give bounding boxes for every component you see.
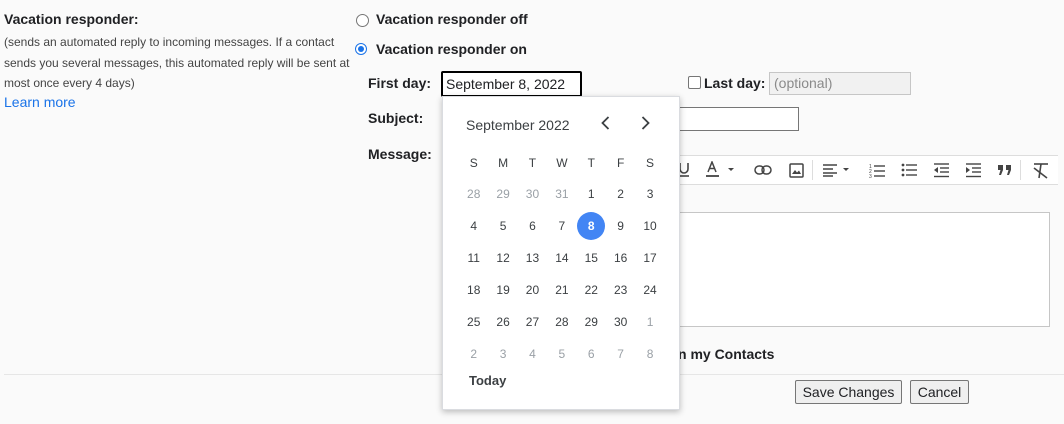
- calendar-day[interactable]: 28: [547, 306, 576, 338]
- calendar-day[interactable]: 8: [577, 210, 606, 242]
- image-icon[interactable]: [786, 156, 806, 184]
- calendar-day[interactable]: 7: [547, 210, 576, 242]
- calendar-day-other-month[interactable]: 1: [635, 306, 664, 338]
- calendar-day-other-month[interactable]: 7: [606, 338, 635, 370]
- calendar-day-other-month[interactable]: 31: [547, 178, 576, 210]
- calendar-day[interactable]: 4: [459, 210, 488, 242]
- calendar-day[interactable]: 23: [606, 274, 635, 306]
- calendar-day[interactable]: 13: [518, 242, 547, 274]
- calendar-month-label: September 2022: [466, 117, 570, 133]
- calendar-day[interactable]: 6: [518, 210, 547, 242]
- calendar-week-row: 4 5 6 7 8 9 10: [459, 210, 665, 242]
- weekday-header: F: [616, 156, 625, 170]
- calendar-day[interactable]: 12: [488, 242, 517, 274]
- formatting-toolbar: 123: [676, 155, 1058, 185]
- indent-less-icon[interactable]: [930, 156, 952, 184]
- calendar-day[interactable]: 2: [606, 178, 635, 210]
- calendar-day[interactable]: 22: [577, 274, 606, 306]
- calendar-day[interactable]: 5: [488, 210, 517, 242]
- selected-day-marker: 8: [577, 212, 606, 240]
- today-button[interactable]: Today: [469, 373, 506, 388]
- vacation-responder-title: Vacation responder:: [4, 11, 139, 27]
- align-icon[interactable]: [820, 156, 858, 184]
- calendar-day[interactable]: 27: [518, 306, 547, 338]
- weekday-header: T: [528, 156, 537, 170]
- calendar-day-other-month[interactable]: 30: [518, 178, 547, 210]
- calendar-week-row: 11 12 13 14 15 16 17: [459, 242, 665, 274]
- calendar-day[interactable]: 19: [488, 274, 517, 306]
- last-day-label: Last day:: [704, 75, 766, 91]
- next-month-button[interactable]: [635, 115, 655, 135]
- weekday-header: M: [498, 156, 509, 170]
- svg-text:3: 3: [869, 174, 872, 178]
- subject-label: Subject:: [368, 110, 424, 126]
- calendar-day-other-month[interactable]: 2: [459, 338, 488, 370]
- message-body[interactable]: [676, 212, 1050, 327]
- calendar-day[interactable]: 29: [577, 306, 606, 338]
- calendar-day[interactable]: 20: [518, 274, 547, 306]
- save-changes-button[interactable]: Save Changes: [795, 380, 902, 404]
- responder-on-label[interactable]: Vacation responder on: [376, 41, 527, 57]
- calendar-day[interactable]: 15: [577, 242, 606, 274]
- calendar-day[interactable]: 1: [577, 178, 606, 210]
- weekday-header: T: [587, 156, 595, 170]
- responder-off-radio[interactable]: [356, 14, 369, 27]
- calendar-day-other-month[interactable]: 3: [488, 338, 517, 370]
- cancel-button[interactable]: Cancel: [910, 380, 969, 404]
- calendar-day[interactable]: 11: [459, 242, 488, 274]
- contacts-only-label: n my Contacts: [678, 346, 775, 362]
- calendar-week-row: 2345678: [459, 338, 665, 370]
- weekday-header: S: [469, 156, 478, 170]
- text-color-icon[interactable]: [704, 156, 740, 184]
- last-day-checkbox[interactable]: [688, 76, 701, 89]
- calendar-day[interactable]: 17: [635, 242, 664, 274]
- calendar-day[interactable]: 24: [635, 274, 664, 306]
- responder-off-label[interactable]: Vacation responder off: [376, 11, 528, 27]
- subject-input[interactable]: [676, 107, 799, 131]
- weekday-header-row: SMTWTFS: [459, 148, 665, 178]
- calendar-day-other-month[interactable]: 6: [577, 338, 606, 370]
- calendar-day-other-month[interactable]: 5: [547, 338, 576, 370]
- calendar-day[interactable]: 16: [606, 242, 635, 274]
- calendar-week-row: 18 19 20 21 22 23 24: [459, 274, 665, 306]
- toolbar-divider: [812, 160, 813, 180]
- calendar-day[interactable]: 25: [459, 306, 488, 338]
- calendar-day[interactable]: 18: [459, 274, 488, 306]
- weekday-header: W: [556, 156, 568, 170]
- prev-month-button[interactable]: [595, 115, 615, 135]
- chevron-right-icon: [641, 115, 650, 135]
- calendar-grid: SMTWTFS 28 29 30 31 1 2 3 4 5 6 7 8 9 10 11 12 13 14 15 16 1…: [459, 148, 665, 370]
- message-label: Message:: [368, 146, 432, 162]
- responder-on-radio[interactable]: [355, 43, 367, 55]
- last-day-input[interactable]: (optional): [769, 72, 911, 95]
- date-picker: September 2022 SMTWTFS 28 29 30 31 1 2 3 4 5 6 7 8 9…: [442, 96, 680, 410]
- calendar-day[interactable]: 30: [606, 306, 635, 338]
- calendar-day[interactable]: 9: [606, 210, 635, 242]
- calendar-day[interactable]: 26: [488, 306, 517, 338]
- calendar-day-other-month[interactable]: 4: [518, 338, 547, 370]
- calendar-weeks: 28 29 30 31 1 2 3 4 5 6 7 8 9 10 11 12 13 14 15 16 17 18 19 20 2…: [459, 178, 665, 370]
- calendar-week-row: 28 29 30 31 1 2 3: [459, 178, 665, 210]
- toolbar-divider: [1020, 160, 1021, 180]
- learn-more-link[interactable]: Learn more: [4, 94, 76, 110]
- remove-formatting-icon[interactable]: [1030, 156, 1052, 184]
- first-day-input[interactable]: September 8, 2022: [441, 71, 582, 97]
- numbered-list-icon[interactable]: 123: [866, 156, 888, 184]
- indent-more-icon[interactable]: [962, 156, 984, 184]
- bulleted-list-icon[interactable]: [898, 156, 920, 184]
- weekday-header: S: [646, 156, 655, 170]
- calendar-day[interactable]: 14: [547, 242, 576, 274]
- calendar-day[interactable]: 3: [635, 178, 664, 210]
- link-icon[interactable]: [752, 156, 774, 184]
- quote-icon[interactable]: [994, 156, 1016, 184]
- calendar-day[interactable]: 21: [547, 274, 576, 306]
- first-day-label: First day:: [368, 75, 432, 91]
- calendar-day-other-month[interactable]: 28: [459, 178, 488, 210]
- chevron-left-icon: [600, 115, 610, 135]
- calendar-day[interactable]: 10: [635, 210, 664, 242]
- calendar-week-row: 25 26 27 28 29 30 1: [459, 306, 665, 338]
- calendar-day-other-month[interactable]: 8: [635, 338, 664, 370]
- vacation-responder-description: (sends an automated reply to incoming me…: [4, 35, 350, 90]
- calendar-day-other-month[interactable]: 29: [488, 178, 517, 210]
